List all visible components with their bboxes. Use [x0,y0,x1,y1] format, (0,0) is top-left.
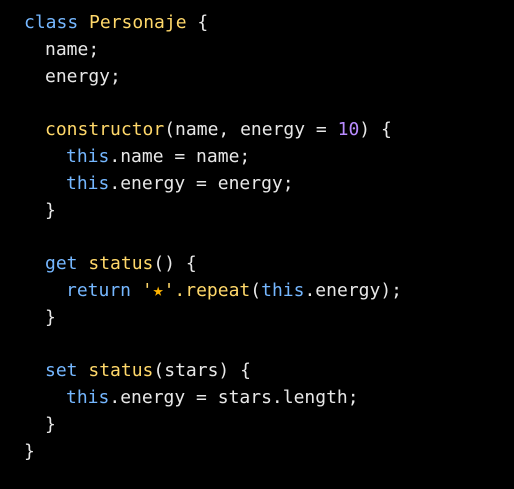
code-line-17: } [24,439,402,466]
setter-params: (stars) { [153,360,251,382]
this-keyword: this [66,172,110,194]
code-line-10: get status() { [24,251,402,278]
code-line-4-blank [24,90,402,117]
code-line-11: return '★'.repeat(this.energy); [24,278,402,305]
code-line-13-blank [24,332,402,359]
setter-name: status [88,360,154,382]
this-keyword: this [261,279,305,301]
code-line-1: class Personaje { [24,10,402,37]
assign-energy: .energy = energy; [109,172,294,194]
return-keyword: return [66,279,132,301]
constructor-keyword: constructor [45,119,165,141]
class-name: Personaje [89,12,187,33]
getter-parens: () { [153,253,197,275]
get-keyword: get [45,253,78,275]
constructor-close: ) { [359,119,392,141]
getter-name: status [88,253,154,275]
set-keyword: set [45,360,78,382]
code-line-16: } [24,412,402,439]
assign-name: .name = name; [109,145,251,167]
code-line-3: energy; [24,64,402,91]
code-line-2: name; [24,37,402,64]
star-icon: ★ [152,279,164,301]
energy-access: .energy); [304,279,403,301]
code-line-14: set status(stars) { [24,358,402,385]
class-brace-close: } [24,440,35,462]
string-quote-close: ' [163,279,175,301]
code-line-12: } [24,305,402,332]
keyword-class: class [24,12,79,33]
code-line-7: this.energy = energy; [24,171,402,198]
paren-open: ( [250,279,262,301]
string-quote-open: ' [141,279,153,301]
assign-energy-length: .energy = stars.length; [109,387,359,409]
constructor-params: (name, energy = [164,119,338,141]
code-line-9-blank [24,224,402,251]
brace-close: } [45,199,56,221]
code-editor: class Personaje { name; energy; construc… [0,0,514,489]
code-line-8: } [24,198,402,225]
brace-open: { [186,12,209,33]
code-line-15: this.energy = stars.length; [24,385,402,412]
this-keyword: this [66,145,110,167]
code-block: class Personaje { name; energy; construc… [24,10,402,466]
default-number: 10 [337,119,360,141]
code-line-6: this.name = name; [24,144,402,171]
code-line-5: constructor(name, energy = 10) { [24,117,402,144]
brace-close: } [45,306,56,328]
this-keyword: this [66,387,110,409]
repeat-method: .repeat [174,279,251,301]
field-name: name; [45,38,100,60]
field-energy: energy; [45,65,121,87]
brace-close: } [45,413,56,435]
